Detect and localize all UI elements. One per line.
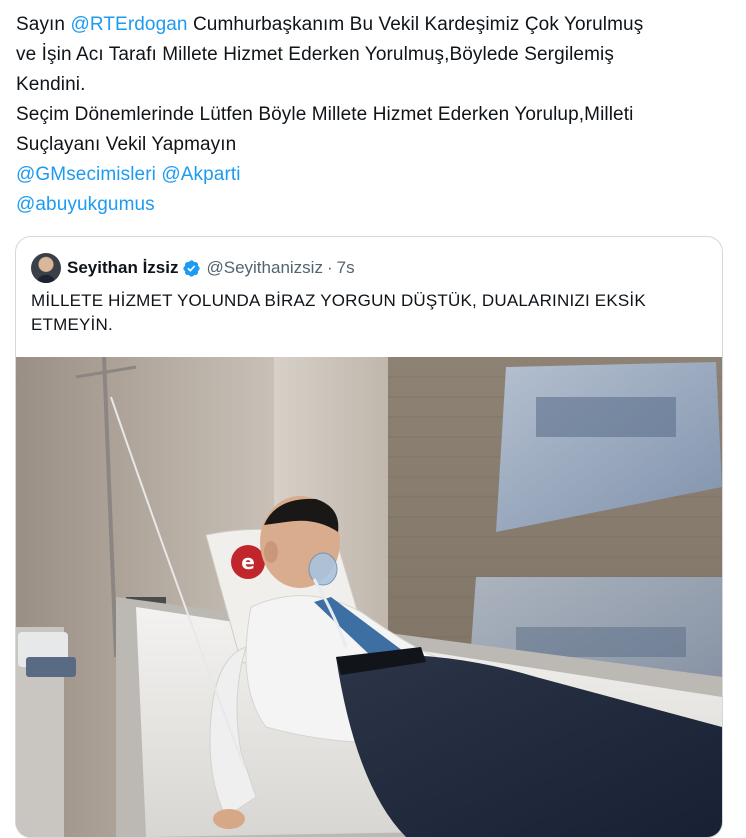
tweet-text-segment: Sayın	[16, 14, 71, 35]
quoted-tweet-card[interactable]: Seyithan İzsiz @Seyithanizsiz · 7s MİLLE…	[15, 236, 723, 838]
mention-link-gmsecimisleri[interactable]: @GMsecimisleri	[16, 164, 156, 185]
hospital-bed-photo: e	[16, 357, 722, 837]
tweet-text: Sayın @RTErdogan Cumhurbaşkanım Bu Vekil…	[16, 10, 736, 220]
tweet-text-segment: Cumhurbaşkanım Bu Vekil Kardeşimiz Çok Y…	[187, 14, 644, 35]
quoted-tweet-photo[interactable]: e	[16, 357, 722, 837]
avatar[interactable]	[31, 253, 61, 283]
quoted-author-handle[interactable]: @Seyithanizsiz	[206, 258, 322, 278]
mention-link-rterdogan[interactable]: @RTErdogan	[70, 14, 187, 35]
mention-link-akparti[interactable]: @Akparti	[161, 164, 240, 185]
separator-dot: ·	[326, 258, 333, 277]
tweet-line-3: Kendini.	[16, 74, 86, 95]
pillow-logo: e	[241, 550, 255, 574]
tweet-mentions-line: @GMsecimisleri @Akparti	[16, 160, 736, 190]
tweet-line-2: ve İşin Acı Tarafı Millete Hizmet Ederke…	[16, 44, 614, 65]
quoted-author-name[interactable]: Seyithan İzsiz	[67, 258, 178, 278]
quoted-tweet-header: Seyithan İzsiz @Seyithanizsiz · 7s	[31, 251, 355, 285]
tweet-line-4: Seçim Dönemlerinde Lütfen Böyle Millete …	[16, 104, 634, 125]
quoted-text-line-1: MİLLETE HİZMET YOLUNDA BİRAZ YORGUN DÜŞT…	[31, 291, 646, 310]
tweet-line-1: Sayın @RTErdogan Cumhurbaşkanım Bu Vekil…	[16, 10, 736, 40]
mention-link-abuyukgumus[interactable]: @abuyukgumus	[16, 194, 155, 215]
tweet-mentions-line-2: @abuyukgumus	[16, 190, 736, 220]
quoted-tweet-text: MİLLETE HİZMET YOLUNDA BİRAZ YORGUN DÜŞT…	[31, 289, 691, 337]
quoted-text-line-2: ETMEYİN.	[31, 315, 113, 334]
quoted-timestamp[interactable]: 7s	[337, 258, 355, 278]
tweet-line-5: Suçlayanı Vekil Yapmayın	[16, 134, 237, 155]
verified-badge-icon	[183, 259, 201, 277]
